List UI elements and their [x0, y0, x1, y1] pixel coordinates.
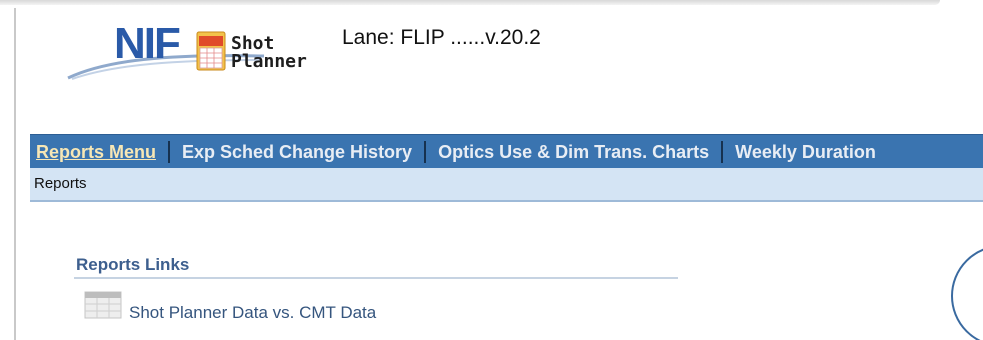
sub-nav-bar: Reports: [30, 168, 983, 202]
link-shot-planner-vs-cmt[interactable]: Shot Planner Data vs. CMT Data: [129, 303, 376, 323]
nav-reports-menu[interactable]: Reports Menu: [30, 135, 162, 169]
logo-nif-text: NIF: [114, 19, 181, 68]
nav-weekly-duration[interactable]: Weekly Duration: [729, 135, 882, 169]
nav-separator: [424, 141, 427, 163]
nav-separator: [168, 141, 171, 163]
app-window: NIF Shot Planner Lane: FLIP ......v.20.2…: [0, 0, 983, 340]
main-nav-bar: Reports Menu Exp Sched Change History Op…: [30, 134, 983, 169]
section-divider: [74, 277, 678, 279]
reports-links-heading: Reports Links: [76, 255, 190, 274]
table-icon: [84, 291, 122, 319]
window-top-edge: [0, 0, 940, 5]
circle-outline-decoration: [951, 248, 983, 340]
nif-shot-planner-logo: NIF Shot Planner: [66, 20, 326, 80]
calendar-folder-icon: [196, 31, 226, 71]
breadcrumb-reports: Reports: [34, 175, 87, 192]
nav-exp-sched-change-history[interactable]: Exp Sched Change History: [176, 135, 418, 169]
nav-separator: [721, 141, 724, 163]
nav-optics-use-charts[interactable]: Optics Use & Dim Trans. Charts: [432, 135, 715, 169]
lane-version-label: Lane: FLIP ......v.20.2: [342, 26, 541, 49]
logo-planner-text: Planner: [231, 51, 307, 72]
left-border: [14, 8, 16, 340]
